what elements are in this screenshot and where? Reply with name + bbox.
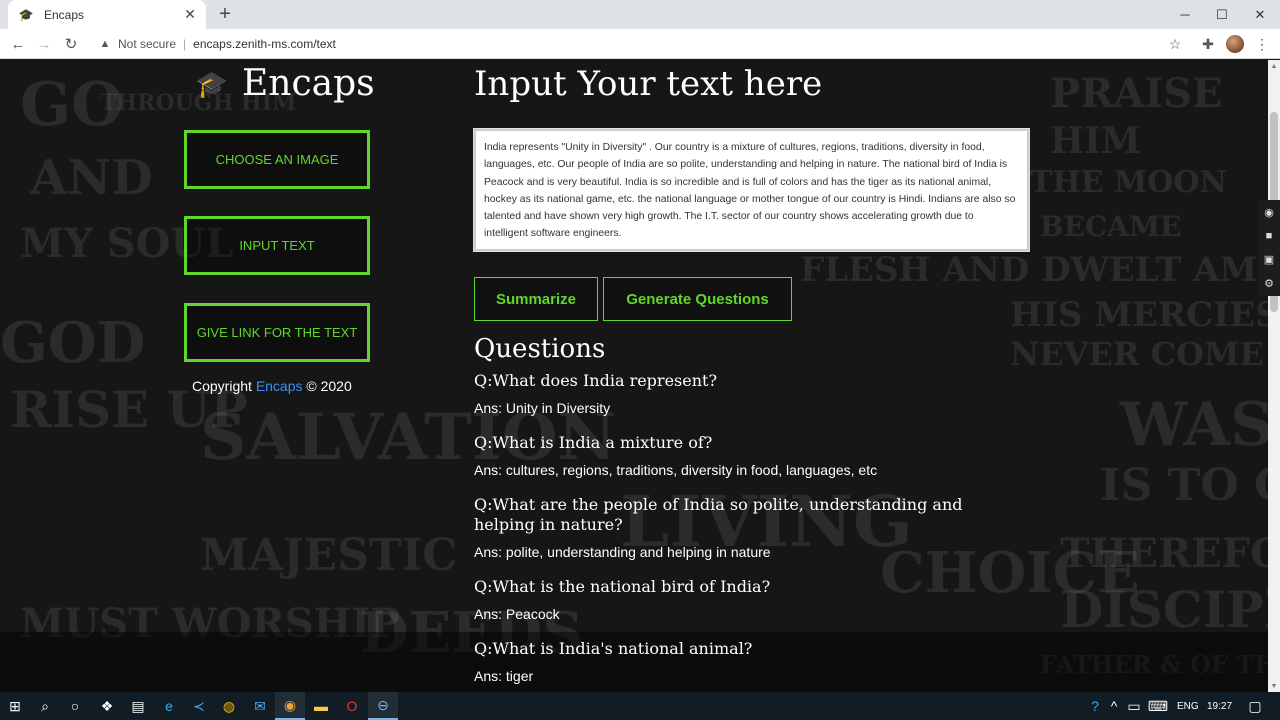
keyboard-icon[interactable]: ⌨ [1146, 692, 1170, 720]
copyright-text: Copyright Encaps © 2020 [192, 378, 352, 394]
question-text: Q:What does India represent? [474, 371, 718, 390]
screenshot-tool-dock: ◉ ■ ▣ ⚙ [1258, 200, 1280, 296]
questions-heading: Questions [474, 334, 606, 364]
task-view-icon[interactable]: ○ [60, 692, 90, 720]
answer-text: Ans: Peacock [474, 606, 560, 622]
bookmark-star-icon[interactable]: ☆ [1165, 34, 1185, 54]
close-window-button[interactable]: ✕ [1241, 0, 1279, 29]
brand-logo[interactable]: 🎓 Encaps [192, 62, 375, 106]
close-tab-icon[interactable]: ✕ [182, 6, 198, 23]
give-link-button[interactable]: GIVE LINK FOR THE TEXT [184, 303, 370, 362]
graduation-cap-icon: 🎓 [195, 68, 229, 99]
page-scrollbar[interactable]: ▲ ▼ [1268, 60, 1280, 692]
graduation-cap-icon: 🎓 [18, 7, 34, 22]
copyright-brand-link[interactable]: Encaps [256, 378, 303, 394]
scroll-up-arrow-icon[interactable]: ▲ [1268, 60, 1280, 72]
scroll-down-arrow-icon[interactable]: ▼ [1268, 680, 1280, 692]
extensions-puzzle-icon[interactable]: ✚ [1198, 34, 1218, 54]
copyright-suffix: © 2020 [306, 378, 352, 394]
opera-icon[interactable]: O [337, 692, 367, 720]
qa-item: Q:What is India a mixture of? Ans: cultu… [474, 433, 994, 479]
answer-text: Ans: tiger [474, 668, 534, 684]
battery-icon[interactable]: ▭ [1124, 692, 1144, 720]
question-text: Q:What are the people of India so polite… [474, 495, 963, 534]
generate-questions-button[interactable]: Generate Questions [603, 277, 792, 321]
page-title: Input Your text here [474, 64, 823, 104]
chrome-canary-icon[interactable]: ◍ [214, 692, 244, 720]
answer-text: Ans: cultures, regions, traditions, dive… [474, 462, 878, 478]
forward-arrow-icon[interactable]: → [33, 33, 55, 55]
reload-icon[interactable]: ↻ [60, 33, 82, 55]
video-icon[interactable]: ■ [1266, 230, 1273, 242]
summarize-button[interactable]: Summarize [474, 277, 598, 321]
answer-text: Ans: polite, understanding and helping i… [474, 544, 771, 560]
edge-icon[interactable]: e [154, 692, 184, 720]
address-bar[interactable]: ▲ Not secure | encaps.zenith-ms.com/text [90, 32, 1190, 56]
file-explorer-icon[interactable]: ▬ [306, 692, 336, 720]
browser-tab[interactable]: 🎓 Encaps ✕ [8, 0, 206, 29]
page-viewport: GO THROUGH HIM AND MY SOUL GOD RISE UP S… [0, 60, 1268, 692]
clock-time[interactable]: 19:27 [1207, 692, 1232, 720]
answer-text: Ans: Unity in Diversity [474, 400, 611, 416]
warning-icon: ▲ [99, 38, 111, 50]
windows-taskbar: ⊞ ⌕ ○ ❖ ▤ e ≺ ◍ ✉ ◉ ▬ O ⊖ ? ^ ▭ ⌨ ENG 19… [0, 692, 1280, 720]
url-text: encaps.zenith-ms.com/text [193, 37, 336, 51]
windows-start-icon[interactable]: ⊞ [0, 692, 30, 720]
qa-item: Q:What are the people of India so polite… [474, 495, 994, 561]
tray-chevron-icon[interactable]: ^ [1104, 692, 1124, 720]
language-indicator[interactable]: ENG [1177, 692, 1199, 720]
qa-item: Q:What is the national bird of India? An… [474, 577, 994, 623]
not-secure-label: Not secure [118, 37, 177, 51]
mail-icon[interactable]: ✉ [245, 692, 275, 720]
maximize-button[interactable]: ☐ [1203, 0, 1241, 29]
qa-item: Q:What does India represent? Ans: Unity … [474, 371, 994, 417]
minimize-button[interactable]: ─ [1166, 0, 1204, 29]
search-icon[interactable]: ⌕ [30, 692, 60, 720]
brand-name: Encaps [242, 63, 375, 104]
profile-avatar[interactable] [1226, 35, 1244, 53]
question-text: Q:What is India's national animal? [474, 639, 753, 658]
browser-toolbar: ← → ↻ ▲ Not secure | encaps.zenith-ms.co… [0, 29, 1280, 59]
notification-icon[interactable]: ▢ [1240, 692, 1270, 720]
dropbox-icon[interactable]: ❖ [92, 692, 122, 720]
copyright-prefix: Copyright [192, 378, 252, 394]
input-text-button[interactable]: INPUT TEXT [184, 216, 370, 275]
camera-icon[interactable]: ◉ [1264, 206, 1274, 219]
question-text: Q:What is India a mixture of? [474, 433, 713, 452]
chrome-icon[interactable]: ◉ [275, 692, 305, 720]
qa-item: Q:What is India's national animal? Ans: … [474, 639, 994, 685]
store-icon[interactable]: ▤ [123, 692, 153, 720]
question-text: Q:What is the national bird of India? [474, 577, 771, 596]
back-arrow-icon[interactable]: ← [7, 33, 29, 55]
settings-gear-icon[interactable]: ⚙ [1264, 277, 1274, 290]
browser-tab-bar: 🎓 Encaps ✕ + ─ ☐ ✕ [0, 0, 1280, 29]
menu-kebab-icon[interactable]: ⋮ [1252, 34, 1272, 54]
snipping-tool-icon[interactable]: ⊖ [368, 692, 398, 720]
new-tab-button[interactable]: + [214, 4, 236, 26]
vscode-icon[interactable]: ≺ [184, 692, 214, 720]
choose-image-button[interactable]: CHOOSE AN IMAGE [184, 130, 370, 189]
text-input-area[interactable]: India represents "Unity in Diversity" . … [474, 129, 1029, 251]
gallery-icon[interactable]: ▣ [1264, 253, 1274, 266]
url-separator: | [183, 37, 187, 51]
tab-title: Encaps [44, 7, 85, 22]
